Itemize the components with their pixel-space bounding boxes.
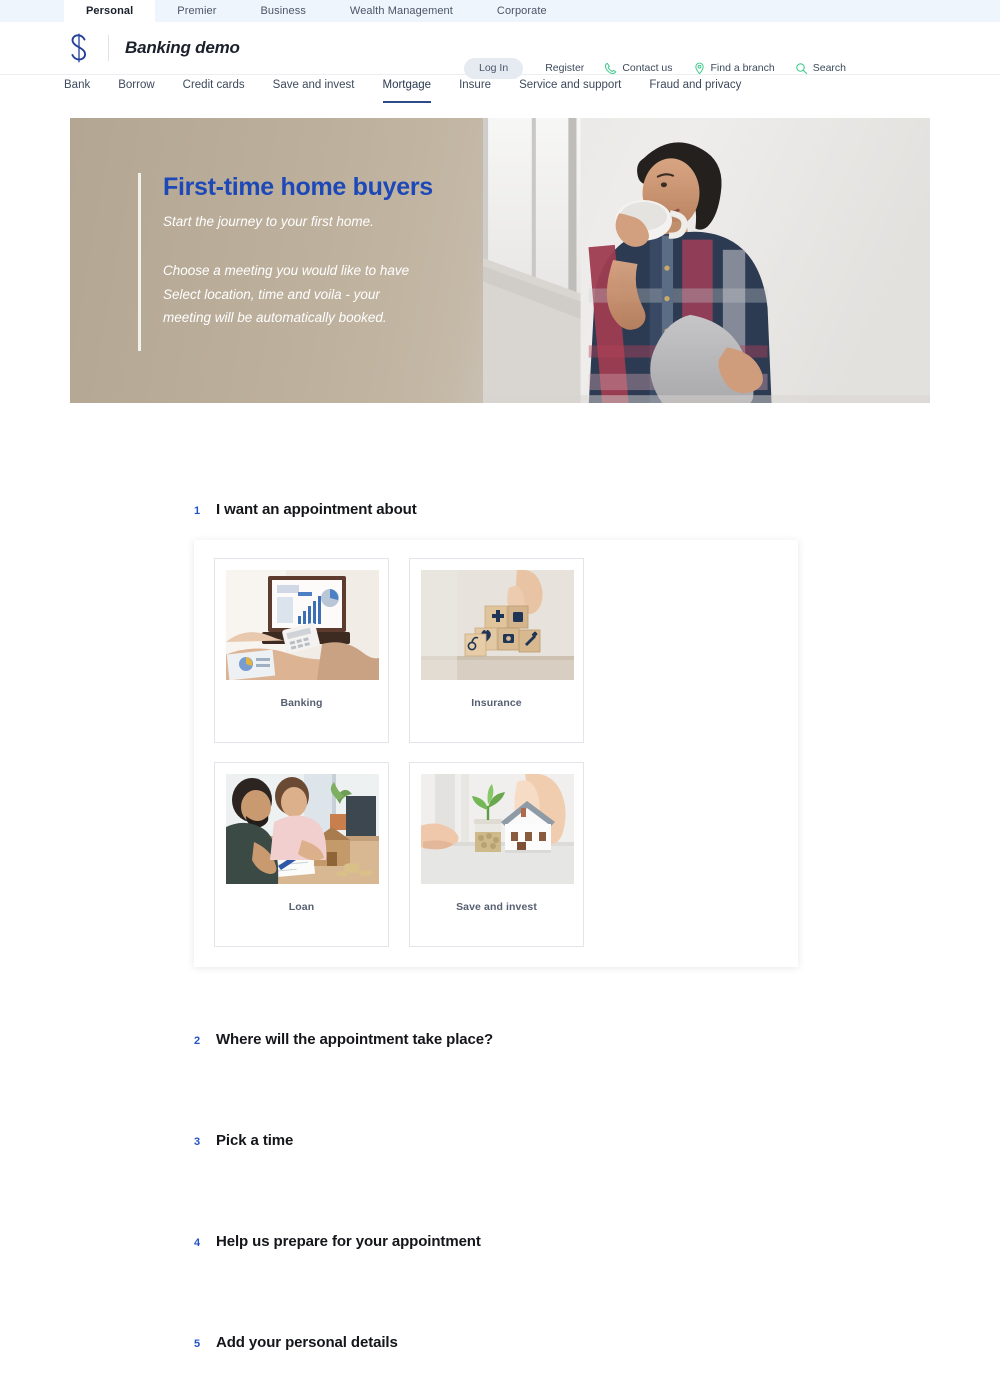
s-logo-icon bbox=[64, 32, 94, 64]
nav-item-mortgage[interactable]: Mortgage bbox=[382, 75, 432, 103]
step-1-title: I want an appointment about bbox=[216, 501, 417, 518]
nav-item-service-and-support[interactable]: Service and support bbox=[519, 75, 621, 103]
appointment-card-banking[interactable]: Banking bbox=[214, 558, 389, 743]
hero-photo bbox=[482, 118, 930, 403]
hero-title: First-time home buyers bbox=[163, 173, 433, 201]
appointment-type-panel: Banking Insurance Loan Save and invest bbox=[194, 540, 798, 967]
hero-subtitle: Start the journey to your first home. bbox=[163, 214, 374, 229]
segment-tab-label: Corporate bbox=[496, 5, 547, 17]
main-nav-bar: Bank Borrow Credit cards Save and invest… bbox=[0, 74, 1000, 106]
step-5-header[interactable]: 5 Add your personal details bbox=[0, 1334, 1000, 1351]
utility-nav: Log In Register Contact us Find a branch bbox=[464, 58, 846, 79]
search-label: Search bbox=[812, 62, 847, 75]
nav-item-fraud-and-privacy[interactable]: Fraud and privacy bbox=[649, 75, 741, 103]
insurance-card-image bbox=[421, 570, 574, 680]
find-a-branch-link[interactable]: Find a branch bbox=[693, 62, 775, 75]
segment-tab-label: Premier bbox=[177, 5, 217, 17]
register-link[interactable]: Register bbox=[545, 62, 584, 74]
segment-tab-business[interactable]: Business bbox=[238, 0, 327, 22]
appointment-card-label: Loan bbox=[288, 901, 315, 913]
nav-item-bank[interactable]: Bank bbox=[64, 75, 90, 103]
segment-tab-premier[interactable]: Premier bbox=[155, 0, 238, 22]
hero-body-line-2: Select location, time and voila - your bbox=[163, 286, 380, 302]
nav-item-credit-cards[interactable]: Credit cards bbox=[183, 75, 245, 103]
step-4-header[interactable]: 4 Help us prepare for your appointment bbox=[0, 1233, 1000, 1250]
save-and-invest-card-image bbox=[421, 774, 574, 884]
brand-divider bbox=[108, 35, 109, 61]
step-5-title: Add your personal details bbox=[216, 1334, 398, 1351]
step-4-number: 4 bbox=[194, 1237, 201, 1249]
contact-us-link[interactable]: Contact us bbox=[604, 62, 673, 75]
segment-tab-label: Business bbox=[260, 5, 306, 17]
search-icon bbox=[795, 62, 808, 75]
appointment-card-insurance[interactable]: Insurance bbox=[409, 558, 584, 743]
search-link[interactable]: Search bbox=[795, 62, 846, 75]
step-3-header[interactable]: 3 Pick a time bbox=[0, 1132, 1000, 1149]
login-button[interactable]: Log In bbox=[464, 58, 524, 79]
step-4-title: Help us prepare for your appointment bbox=[216, 1233, 481, 1250]
step-2-header[interactable]: 2 Where will the appointment take place? bbox=[0, 1031, 1000, 1048]
appointment-card-label: Save and invest bbox=[456, 901, 537, 913]
segment-tab-wealth-management[interactable]: Wealth Management bbox=[328, 0, 475, 22]
appointment-card-loan[interactable]: Loan bbox=[214, 762, 389, 947]
masthead: Banking demo Log In Register Contact us … bbox=[0, 22, 1000, 79]
hero-text-block: First-time home buyers Start the journey… bbox=[138, 173, 433, 351]
step-1-number: 1 bbox=[194, 505, 201, 517]
phone-icon bbox=[604, 62, 617, 75]
banking-card-image bbox=[226, 570, 379, 680]
main-nav: Bank Borrow Credit cards Save and invest… bbox=[64, 75, 769, 107]
hero-body-line-3: meeting will be automatically booked. bbox=[163, 310, 387, 326]
appointment-card-label: Insurance bbox=[471, 697, 522, 709]
brand-name: Banking demo bbox=[125, 38, 240, 57]
register-label: Register bbox=[545, 62, 585, 75]
segment-tab-label: Wealth Management bbox=[349, 5, 453, 17]
find-a-branch-label: Find a branch bbox=[710, 62, 775, 75]
hero-banner: First-time home buyers Start the journey… bbox=[70, 118, 930, 403]
step-3-number: 3 bbox=[194, 1136, 201, 1148]
hero-body-line-1: Choose a meeting you would like to have bbox=[163, 263, 410, 278]
segment-tab-personal[interactable]: Personal bbox=[64, 0, 156, 22]
appointment-card-save-and-invest[interactable]: Save and invest bbox=[409, 762, 584, 947]
contact-us-label: Contact us bbox=[622, 62, 673, 75]
booking-steps: 1 I want an appointment about Banking In… bbox=[0, 501, 1000, 1351]
nav-item-insure[interactable]: Insure bbox=[459, 75, 491, 103]
segment-tab-corporate[interactable]: Corporate bbox=[475, 0, 569, 22]
appointment-card-label: Banking bbox=[280, 697, 323, 709]
nav-item-borrow[interactable]: Borrow bbox=[118, 75, 154, 103]
step-1-header: 1 I want an appointment about bbox=[0, 501, 1000, 518]
nav-item-save-and-invest[interactable]: Save and invest bbox=[273, 75, 355, 103]
step-3-title: Pick a time bbox=[216, 1132, 294, 1149]
segment-tab-label: Personal bbox=[86, 5, 134, 17]
brand-logo[interactable]: Banking demo bbox=[64, 31, 240, 65]
location-pin-icon bbox=[693, 62, 706, 75]
step-5-number: 5 bbox=[194, 1338, 201, 1350]
step-2-number: 2 bbox=[194, 1035, 201, 1047]
segment-tab-bar: Personal Premier Business Wealth Managem… bbox=[0, 0, 1000, 22]
step-2-title: Where will the appointment take place? bbox=[216, 1031, 494, 1048]
loan-card-image bbox=[226, 774, 379, 884]
